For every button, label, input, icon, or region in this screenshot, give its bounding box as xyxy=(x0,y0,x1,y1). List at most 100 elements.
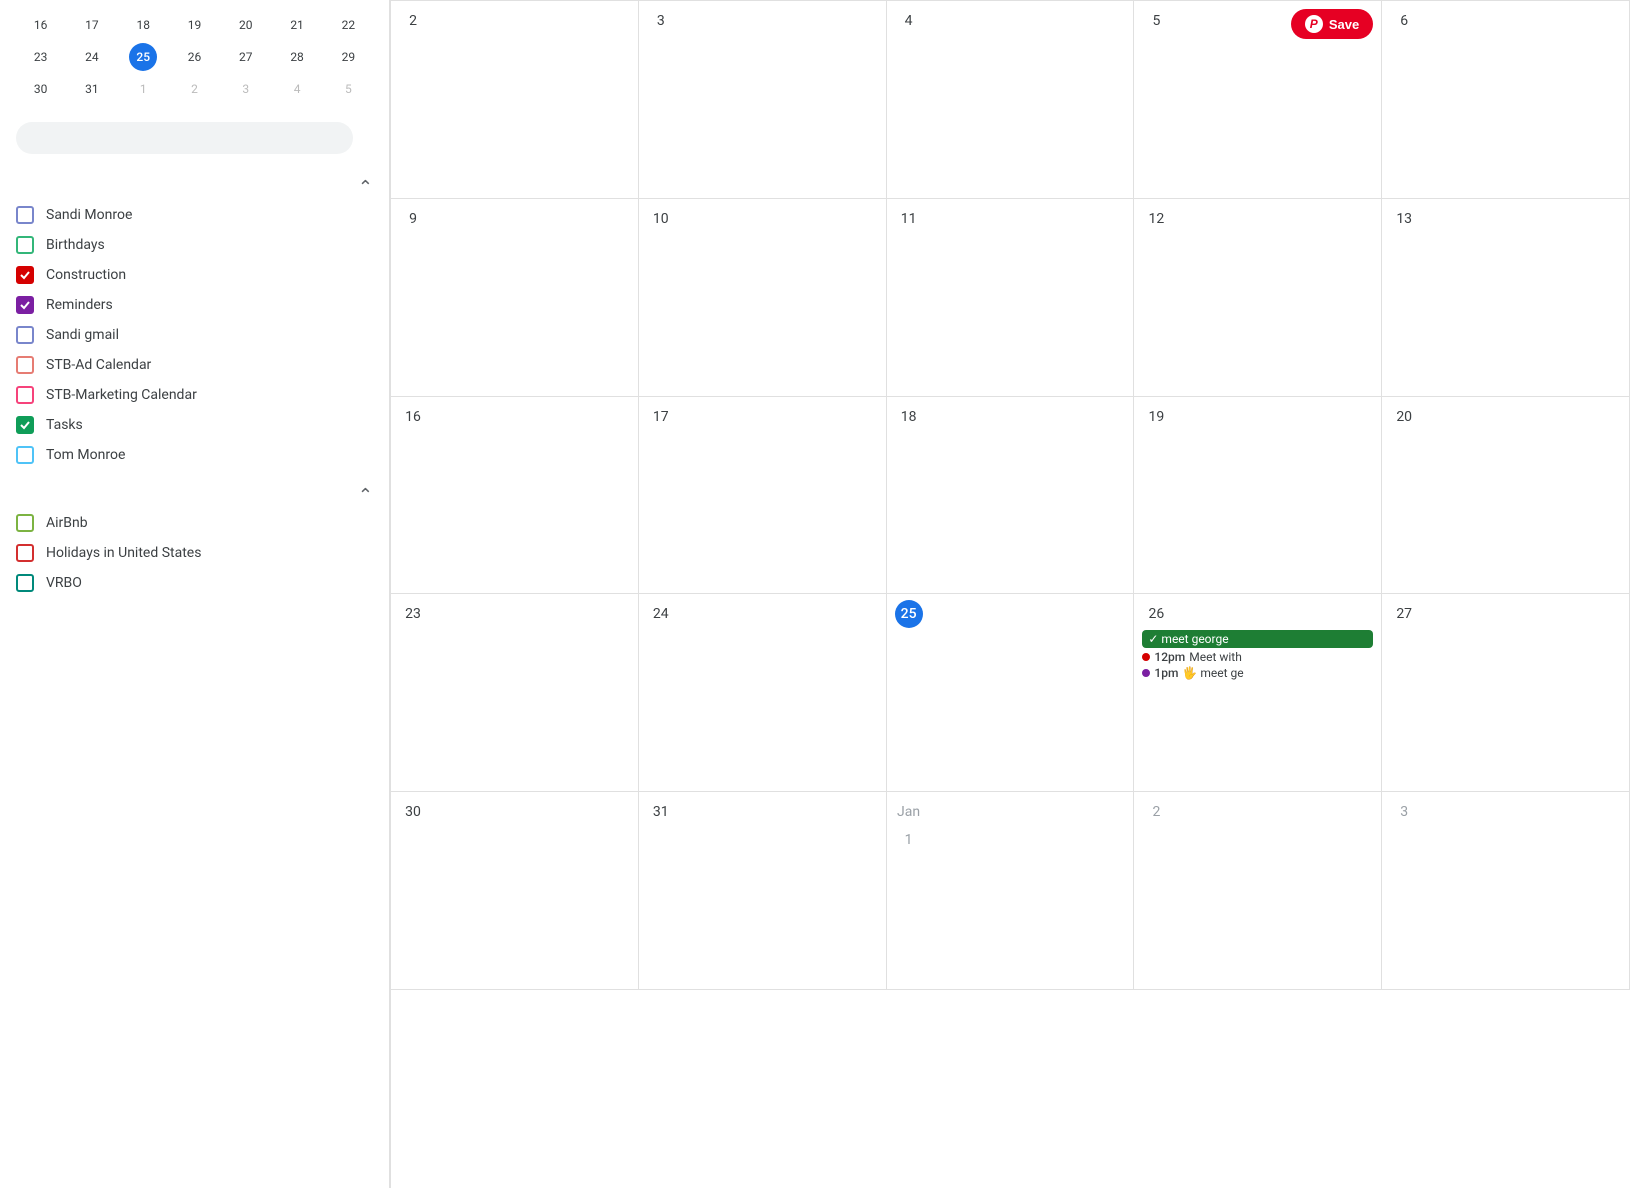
pinterest-save-button[interactable]: PSave xyxy=(1291,9,1373,39)
my-calendars-header: ⌃ xyxy=(16,170,373,200)
cal-cell[interactable]: 12 xyxy=(1134,199,1382,397)
cal-day-number: 24 xyxy=(647,600,675,628)
cal-cell[interactable]: 10 xyxy=(639,199,887,397)
cal-item[interactable]: Sandi Monroe xyxy=(16,200,373,230)
more-vert-button[interactable] xyxy=(357,134,373,142)
my-calendars-toggle[interactable]: ⌃ xyxy=(358,178,373,196)
other-calendars-toggle[interactable]: ⌃ xyxy=(358,486,373,504)
cal-cell[interactable]: 23 xyxy=(391,594,639,792)
cal-checkbox[interactable] xyxy=(16,206,34,224)
event-text-row[interactable]: 12pmMeet with xyxy=(1142,650,1373,664)
cal-day-number: 19 xyxy=(1142,403,1170,431)
cal-cell[interactable]: 4 xyxy=(887,1,1135,199)
mini-cal-day[interactable]: 1 xyxy=(129,75,157,103)
mini-cal-day[interactable]: 20 xyxy=(232,11,260,39)
cal-item[interactable]: STB-Marketing Calendar xyxy=(16,380,373,410)
cal-day-number: 10 xyxy=(647,205,675,233)
cal-cell[interactable]: 18 xyxy=(887,397,1135,595)
mini-cal-day[interactable]: 26 xyxy=(180,43,208,71)
cal-checkbox[interactable] xyxy=(16,236,34,254)
cal-cell[interactable]: 24 xyxy=(639,594,887,792)
mini-cal-day[interactable]: 3 xyxy=(232,75,260,103)
cal-cell[interactable]: 5 PSave xyxy=(1134,1,1382,199)
mini-cal-day[interactable]: 24 xyxy=(78,43,106,71)
event-dot xyxy=(1142,653,1150,661)
cal-item[interactable]: Tasks xyxy=(16,410,373,440)
cal-checkbox[interactable] xyxy=(16,514,34,532)
cal-cell[interactable]: 11 xyxy=(887,199,1135,397)
mini-cal-day[interactable]: 16 xyxy=(27,11,55,39)
event-chip[interactable]: ✓ meet george xyxy=(1142,630,1373,648)
cal-item[interactable]: VRBO xyxy=(16,568,373,598)
cal-item[interactable]: AirBnb xyxy=(16,508,373,538)
cal-checkbox[interactable] xyxy=(16,296,34,314)
cal-item[interactable]: Tom Monroe xyxy=(16,440,373,470)
event-label: 🖐 meet ge xyxy=(1182,666,1243,680)
mini-cal-day[interactable]: 27 xyxy=(232,43,260,71)
cal-cell[interactable]: 2 xyxy=(1134,792,1382,990)
cal-item[interactable]: Birthdays xyxy=(16,230,373,260)
cal-cell[interactable]: 20 xyxy=(1382,397,1630,595)
mini-cal-day[interactable]: 31 xyxy=(78,75,106,103)
mini-cal-day[interactable]: 4 xyxy=(283,75,311,103)
cal-checkbox[interactable] xyxy=(16,356,34,374)
cal-cell[interactable]: 19 xyxy=(1134,397,1382,595)
mini-cal-day[interactable]: 29 xyxy=(334,43,362,71)
cal-cell[interactable]: 3 xyxy=(639,1,887,199)
cal-day-number: 5 xyxy=(1142,7,1170,35)
cal-day-number: 13 xyxy=(1390,205,1418,233)
mini-cal-day[interactable]: 2 xyxy=(180,75,208,103)
cal-cell[interactable]: 25 xyxy=(887,594,1135,792)
cal-checkbox[interactable] xyxy=(16,544,34,562)
cal-item[interactable]: Reminders xyxy=(16,290,373,320)
other-calendars-section: ⌃ AirBnbHolidays in United StatesVRBO xyxy=(0,478,389,598)
cal-day-number: 17 xyxy=(647,403,675,431)
mini-cal-day[interactable]: 30 xyxy=(27,75,55,103)
mini-cal-day[interactable]: 28 xyxy=(283,43,311,71)
cal-item[interactable]: Sandi gmail xyxy=(16,320,373,350)
cal-day-number: 23 xyxy=(399,600,427,628)
cal-item[interactable]: STB-Ad Calendar xyxy=(16,350,373,380)
mini-cal-day[interactable]: 22 xyxy=(334,11,362,39)
cal-cell[interactable]: 27 xyxy=(1382,594,1630,792)
cal-label: Birthdays xyxy=(46,237,105,253)
cal-cell[interactable]: 13 xyxy=(1382,199,1630,397)
mini-cal-day[interactable]: 23 xyxy=(27,43,55,71)
main-calendar: 2345PSave6910111213161718192023242526✓ m… xyxy=(390,0,1630,1188)
cal-cell[interactable]: 3 xyxy=(1382,792,1630,990)
cal-checkbox[interactable] xyxy=(16,574,34,592)
cal-cell[interactable]: Jan 1 xyxy=(887,792,1135,990)
mini-cal-grid: 1617181920212223242526272829303112345 xyxy=(16,10,373,104)
cal-checkbox[interactable] xyxy=(16,266,34,284)
mini-cal-day[interactable]: 5 xyxy=(334,75,362,103)
cal-checkbox[interactable] xyxy=(16,416,34,434)
cal-item[interactable]: Holidays in United States xyxy=(16,538,373,568)
cal-cell[interactable]: 17 xyxy=(639,397,887,595)
cal-label: Tasks xyxy=(46,417,83,433)
event-time: 1pm xyxy=(1154,666,1178,680)
cal-cell[interactable]: 2 xyxy=(391,1,639,199)
cal-cell[interactable]: 30 xyxy=(391,792,639,990)
mini-cal-day[interactable]: 25 xyxy=(129,43,157,71)
cal-checkbox[interactable] xyxy=(16,446,34,464)
cal-cell[interactable]: 9 xyxy=(391,199,639,397)
cal-day-number: 2 xyxy=(399,7,427,35)
cal-day-number: 31 xyxy=(647,798,675,826)
cal-cell[interactable]: 6 xyxy=(1382,1,1630,199)
cal-checkbox[interactable] xyxy=(16,326,34,344)
mini-cal-day[interactable]: 19 xyxy=(180,11,208,39)
save-label: Save xyxy=(1329,17,1359,32)
mini-cal-day[interactable]: 17 xyxy=(78,11,106,39)
event-text-row[interactable]: 1pm 🖐 meet ge xyxy=(1142,666,1373,680)
cal-item[interactable]: Construction xyxy=(16,260,373,290)
cal-cell[interactable]: 16 xyxy=(391,397,639,595)
cal-cell[interactable]: 31 xyxy=(639,792,887,990)
cal-checkbox[interactable] xyxy=(16,386,34,404)
mini-cal-day[interactable]: 18 xyxy=(129,11,157,39)
cal-cell[interactable]: 26 ✓ meet george 12pmMeet with 1pm 🖐 meet ge xyxy=(1134,594,1382,792)
mini-cal-day[interactable]: 21 xyxy=(283,11,311,39)
add-calendar-input[interactable] xyxy=(16,122,353,154)
cal-day-number: 25 xyxy=(895,600,923,628)
cal-day-number: 26 xyxy=(1142,600,1170,628)
event-dot xyxy=(1142,669,1150,677)
